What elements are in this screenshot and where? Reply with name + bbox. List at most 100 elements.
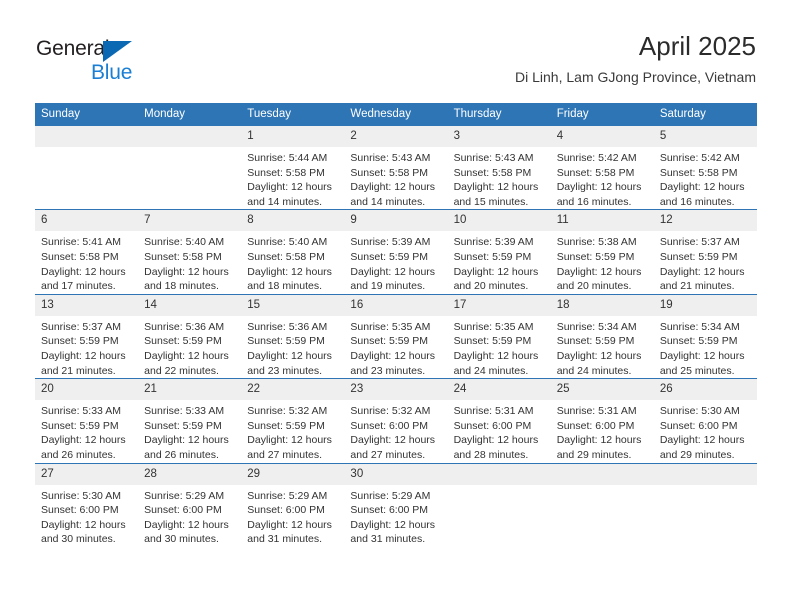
calendar-day-cell[interactable]: 1 Sunrise: 5:44 AM Sunset: 5:58 PM Daylight… bbox=[241, 126, 345, 210]
day-details: Sunrise: 5:42 AM Sunset: 5:58 PM Daylight:… bbox=[654, 147, 757, 209]
calendar-day-cell[interactable]: 19 Sunrise: 5:34 AM Sunset: 5:59 PM Dayligh… bbox=[653, 293, 757, 379]
day-number: 16 bbox=[344, 294, 448, 316]
day-details: Sunrise: 5:33 AM Sunset: 5:59 PM Daylight:… bbox=[35, 400, 138, 462]
calendar-day-cell[interactable]: 26 Sunrise: 5:30 AM Sunset: 6:00 PM Dayligh… bbox=[653, 378, 757, 463]
sunset-text: Sunset: 6:00 PM bbox=[350, 419, 429, 432]
daylight-text: Daylight: 12 hours and 27 minutes. bbox=[350, 434, 436, 461]
sunrise-text: Sunrise: 5:36 AM bbox=[247, 320, 328, 333]
calendar-day-cell[interactable]: 29 Sunrise: 5:29 AM Sunset: 6:00 PM Dayligh… bbox=[241, 462, 345, 547]
daylight-text: Daylight: 12 hours and 22 minutes. bbox=[144, 349, 229, 377]
sunrise-text: Sunrise: 5:31 AM bbox=[453, 405, 534, 418]
sunrise-text: Sunrise: 5:39 AM bbox=[350, 236, 431, 249]
day-number: 13 bbox=[35, 294, 139, 316]
calendar-day-cell[interactable]: 21 Sunrise: 5:33 AM Sunset: 5:59 PM Dayligh… bbox=[138, 378, 242, 463]
day-number: 9 bbox=[344, 210, 448, 232]
calendar-day-cell[interactable]: 18 Sunrise: 5:34 AM Sunset: 5:59 PM Dayligh… bbox=[550, 293, 654, 379]
day-details: Sunrise: 5:37 AM Sunset: 5:59 PM Daylight:… bbox=[654, 231, 757, 293]
sunset-text: Sunset: 5:59 PM bbox=[350, 250, 429, 263]
day-details: Sunrise: 5:43 AM Sunset: 5:58 PM Daylight:… bbox=[448, 147, 551, 209]
day-number: 21 bbox=[138, 379, 242, 401]
calendar-day-cell[interactable]: 9 Sunrise: 5:39 AM Sunset: 5:59 PM Daylight… bbox=[344, 209, 448, 295]
sunset-text: Sunset: 5:59 PM bbox=[659, 250, 738, 263]
calendar-day-cell-empty bbox=[550, 462, 654, 547]
day-number: 29 bbox=[241, 463, 345, 485]
sunrise-text: Sunrise: 5:29 AM bbox=[247, 489, 328, 502]
day-number: 1 bbox=[241, 126, 345, 147]
sunrise-text: Sunrise: 5:34 AM bbox=[659, 320, 740, 333]
title-block: April 2025 Di Linh, Lam GJong Province, … bbox=[515, 30, 756, 86]
daylight-text: Daylight: 12 hours and 29 minutes. bbox=[659, 434, 745, 461]
sunset-text: Sunset: 5:59 PM bbox=[659, 335, 738, 348]
logo-triangle-icon bbox=[103, 41, 132, 62]
sunrise-text: Sunrise: 5:42 AM bbox=[556, 152, 637, 164]
calendar-day-cell[interactable]: 30 Sunrise: 5:29 AM Sunset: 6:00 PM Dayligh… bbox=[344, 462, 448, 547]
calendar-day-cell[interactable]: 8 Sunrise: 5:40 AM Sunset: 5:58 PM Daylight… bbox=[241, 209, 345, 295]
sunrise-text: Sunrise: 5:37 AM bbox=[41, 320, 121, 333]
sunset-text: Sunset: 5:58 PM bbox=[41, 250, 119, 263]
calendar-body: 1 Sunrise: 5:44 AM Sunset: 5:58 PM Daylight… bbox=[35, 126, 757, 547]
calendar-day-cell[interactable]: 22 Sunrise: 5:32 AM Sunset: 5:59 PM Dayligh… bbox=[241, 378, 345, 463]
calendar-day-cell[interactable]: 24 Sunrise: 5:31 AM Sunset: 6:00 PM Dayligh… bbox=[447, 378, 551, 463]
daylight-text: Daylight: 12 hours and 30 minutes. bbox=[144, 518, 229, 546]
weekday-header-saturday: Saturday bbox=[653, 103, 757, 126]
calendar-day-cell[interactable]: 10 Sunrise: 5:39 AM Sunset: 5:59 PM Dayligh… bbox=[447, 209, 551, 295]
general-blue-logo[interactable]: General Blue bbox=[36, 36, 216, 88]
calendar-day-cell[interactable]: 2 Sunrise: 5:43 AM Sunset: 5:58 PM Daylight… bbox=[344, 126, 448, 210]
sunset-text: Sunset: 5:59 PM bbox=[41, 419, 119, 432]
calendar-day-cell[interactable]: 25 Sunrise: 5:31 AM Sunset: 6:00 PM Dayligh… bbox=[550, 378, 654, 463]
calendar-day-cell[interactable]: 12 Sunrise: 5:37 AM Sunset: 5:59 PM Dayligh… bbox=[653, 209, 757, 295]
sunrise-text: Sunrise: 5:35 AM bbox=[350, 320, 431, 333]
calendar-day-cell[interactable]: 28 Sunrise: 5:29 AM Sunset: 6:00 PM Dayligh… bbox=[138, 462, 242, 547]
calendar-day-cell[interactable]: 11 Sunrise: 5:38 AM Sunset: 5:59 PM Dayligh… bbox=[550, 209, 654, 295]
day-number: 28 bbox=[138, 463, 242, 485]
weekday-header-friday: Friday bbox=[550, 103, 654, 126]
calendar-day-cell[interactable]: 15 Sunrise: 5:36 AM Sunset: 5:59 PM Dayligh… bbox=[241, 293, 345, 379]
daylight-text: Daylight: 12 hours and 18 minutes. bbox=[247, 265, 332, 293]
day-number: 11 bbox=[550, 210, 654, 232]
day-details: Sunrise: 5:37 AM Sunset: 5:59 PM Daylight:… bbox=[35, 316, 138, 378]
logo-text-general: General bbox=[36, 37, 110, 60]
daylight-text: Daylight: 12 hours and 24 minutes. bbox=[453, 349, 539, 377]
daylight-text: Daylight: 12 hours and 14 minutes. bbox=[247, 181, 332, 208]
day-number: 20 bbox=[35, 379, 139, 401]
day-details: Sunrise: 5:32 AM Sunset: 6:00 PM Daylight:… bbox=[344, 400, 447, 462]
day-number: 27 bbox=[35, 463, 139, 485]
daylight-text: Daylight: 12 hours and 17 minutes. bbox=[41, 265, 126, 293]
day-number: 17 bbox=[447, 294, 551, 316]
calendar-day-cell[interactable]: 23 Sunrise: 5:32 AM Sunset: 6:00 PM Dayligh… bbox=[344, 378, 448, 463]
sunset-text: Sunset: 5:59 PM bbox=[41, 335, 119, 348]
calendar-day-cell[interactable]: 7 Sunrise: 5:40 AM Sunset: 5:58 PM Daylight… bbox=[138, 209, 242, 295]
sunrise-text: Sunrise: 5:44 AM bbox=[247, 152, 328, 164]
day-details: Sunrise: 5:44 AM Sunset: 5:58 PM Daylight:… bbox=[241, 147, 344, 209]
calendar-day-cell[interactable]: 16 Sunrise: 5:35 AM Sunset: 5:59 PM Dayligh… bbox=[344, 293, 448, 379]
calendar-day-cell[interactable]: 17 Sunrise: 5:35 AM Sunset: 5:59 PM Dayligh… bbox=[447, 293, 551, 379]
day-details: Sunrise: 5:36 AM Sunset: 5:59 PM Daylight:… bbox=[241, 316, 344, 378]
day-number: 10 bbox=[447, 210, 551, 232]
calendar-day-cell[interactable]: 14 Sunrise: 5:36 AM Sunset: 5:59 PM Dayligh… bbox=[138, 293, 242, 379]
day-number bbox=[653, 463, 757, 485]
calendar-page: General Blue April 2025 Di Linh, Lam GJo… bbox=[0, 0, 792, 612]
day-number: 26 bbox=[653, 379, 757, 401]
calendar-day-cell[interactable]: 3 Sunrise: 5:43 AM Sunset: 5:58 PM Daylight… bbox=[447, 126, 551, 210]
day-details: Sunrise: 5:30 AM Sunset: 6:00 PM Daylight:… bbox=[654, 400, 757, 462]
daylight-text: Daylight: 12 hours and 21 minutes. bbox=[41, 349, 126, 377]
calendar-day-cell[interactable]: 4 Sunrise: 5:42 AM Sunset: 5:58 PM Daylight… bbox=[550, 126, 654, 210]
calendar-day-cell[interactable]: 5 Sunrise: 5:42 AM Sunset: 5:58 PM Daylight… bbox=[653, 126, 757, 210]
calendar-day-cell[interactable]: 20 Sunrise: 5:33 AM Sunset: 5:59 PM Dayligh… bbox=[35, 378, 139, 463]
daylight-text: Daylight: 12 hours and 30 minutes. bbox=[41, 518, 126, 546]
calendar-day-cell[interactable]: 13 Sunrise: 5:37 AM Sunset: 5:59 PM Dayligh… bbox=[35, 293, 139, 379]
sunset-text: Sunset: 6:00 PM bbox=[144, 504, 222, 517]
calendar-day-cell[interactable]: 6 Sunrise: 5:41 AM Sunset: 5:58 PM Daylight… bbox=[35, 209, 139, 295]
sunset-text: Sunset: 5:58 PM bbox=[350, 166, 429, 179]
day-number: 8 bbox=[241, 210, 345, 232]
sunrise-text: Sunrise: 5:30 AM bbox=[659, 405, 740, 418]
sunrise-text: Sunrise: 5:33 AM bbox=[144, 405, 225, 418]
daylight-text: Daylight: 12 hours and 15 minutes. bbox=[453, 181, 539, 208]
calendar-week-row: 6 Sunrise: 5:41 AM Sunset: 5:58 PM Daylight… bbox=[35, 209, 757, 295]
calendar-day-cell[interactable]: 27 Sunrise: 5:30 AM Sunset: 6:00 PM Dayligh… bbox=[35, 462, 139, 547]
calendar-day-cell-empty bbox=[447, 462, 551, 547]
sunset-text: Sunset: 6:00 PM bbox=[453, 419, 532, 432]
calendar-header-row: Sunday Monday Tuesday Wednesday Thursday… bbox=[35, 103, 757, 126]
day-details: Sunrise: 5:38 AM Sunset: 5:59 PM Daylight:… bbox=[551, 231, 654, 293]
day-details: Sunrise: 5:31 AM Sunset: 6:00 PM Daylight:… bbox=[448, 400, 551, 462]
